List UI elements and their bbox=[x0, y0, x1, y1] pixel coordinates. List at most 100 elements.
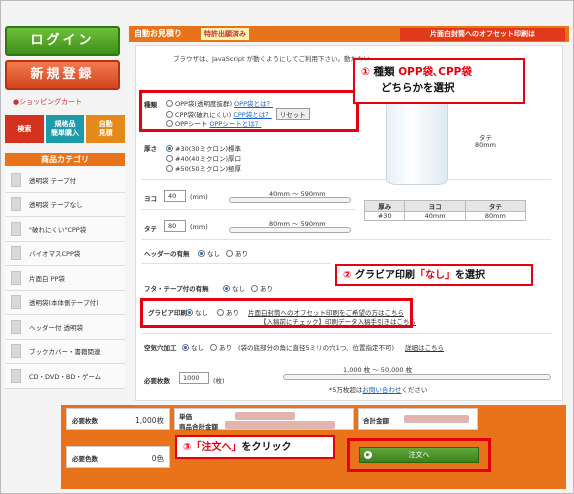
step3-emphasis: 「注文へ」 bbox=[191, 442, 242, 453]
auto-quote-button[interactable]: 自動 見積 bbox=[86, 115, 126, 143]
contact-link[interactable]: お問い合わせ bbox=[362, 386, 401, 394]
category-item[interactable]: "破れにくい"CPP袋 bbox=[5, 217, 125, 242]
product-thumbnail bbox=[11, 197, 21, 212]
radio-icon[interactable] bbox=[182, 343, 189, 351]
step3-instruction: をクリック bbox=[241, 442, 292, 453]
highlight-order-box bbox=[347, 438, 491, 472]
air-hole-label: 空気穴加工 bbox=[144, 344, 177, 352]
category-item[interactable]: ブックカバー・書籍関連 bbox=[5, 339, 125, 364]
flap-option-yes[interactable]: あり bbox=[251, 283, 273, 293]
offset-print-banner[interactable]: 片面白封筒へのオフセット印刷は bbox=[400, 28, 565, 41]
air-hole-note: (袋の底部分の角に直径5ミリの穴1つ、位置指定不可) bbox=[238, 344, 395, 352]
category-item[interactable]: 透明袋 テープなし bbox=[5, 192, 125, 217]
quantity-input[interactable]: 1000 bbox=[179, 372, 209, 384]
product-thumbnail bbox=[11, 221, 21, 236]
colors-label: 必要色数 bbox=[72, 455, 98, 463]
category-item[interactable]: 透明袋 テープ付 bbox=[5, 168, 125, 193]
cart-link[interactable]: ●ショッピングカート bbox=[13, 97, 82, 107]
option-text: なし bbox=[207, 250, 220, 258]
option-text: あり bbox=[260, 285, 273, 293]
summary-quantity-label: 必要枚数 bbox=[72, 417, 98, 425]
radio-icon[interactable] bbox=[226, 249, 233, 257]
header-option-no[interactable]: なし bbox=[198, 248, 220, 258]
header-option-label: ヘッダーの有無 bbox=[144, 250, 190, 258]
table-header: 厚み bbox=[363, 200, 406, 212]
category-item[interactable]: 片面白 PP袋 bbox=[5, 266, 125, 291]
option-text: #50(50ミクロン)極厚 bbox=[175, 165, 242, 173]
flap-option-label: フタ・テープ付の有無 bbox=[144, 285, 209, 293]
category-label: 透明袋(本体側テープ付) bbox=[29, 299, 99, 308]
height-label: タテ bbox=[144, 225, 157, 233]
flap-option-no[interactable]: なし bbox=[223, 283, 245, 293]
product-thumbnail bbox=[11, 319, 21, 334]
air-hole-option-yes[interactable]: あり bbox=[210, 342, 232, 352]
radio-icon[interactable] bbox=[166, 164, 173, 172]
width-unit: (mm) bbox=[190, 193, 208, 201]
quantity-label: 必要枚数 bbox=[144, 377, 170, 385]
category-label: ブックカバー・書籍関連 bbox=[29, 348, 101, 357]
category-item[interactable]: バイオマスCPP袋 bbox=[5, 241, 125, 266]
colors-value: 0色 bbox=[151, 454, 164, 463]
width-input[interactable]: 40 bbox=[164, 190, 186, 202]
js-notice: ブラウザは、JavaScript が動くようにしてご利用下さい。動かない bbox=[173, 55, 370, 63]
quantity-note-text: *5万枚超は bbox=[329, 386, 363, 394]
height-slider[interactable] bbox=[229, 227, 351, 233]
radio-icon[interactable] bbox=[166, 144, 173, 152]
quantity-note-text: ください bbox=[401, 386, 428, 394]
category-label: CD・DVD・BD・ゲーム bbox=[29, 372, 102, 381]
subtotal-value bbox=[225, 421, 335, 429]
summary-quantity: 必要枚数 1,000枚 bbox=[66, 408, 170, 430]
preview-height-value: 80mm bbox=[475, 141, 496, 149]
table-header: ヨコ bbox=[404, 200, 466, 212]
table-cell: 80mm bbox=[464, 211, 527, 221]
table-cell: 40mm bbox=[404, 211, 466, 221]
quantity-unit: (枚) bbox=[213, 377, 225, 385]
category-item[interactable]: CD・DVD・BD・ゲーム bbox=[5, 364, 125, 389]
quantity-range: 1,000 枚 〜 50,000 枚 bbox=[343, 366, 413, 374]
patent-badge: 特許出願済み bbox=[201, 28, 249, 40]
air-hole-detail-link[interactable]: 詳細はこちら bbox=[405, 342, 444, 352]
radio-icon[interactable] bbox=[198, 249, 205, 257]
standard-products-button[interactable]: 規格品 簡単購入 bbox=[45, 115, 85, 143]
callout-step2: ② グラビア印刷「なし」を選択 bbox=[335, 264, 533, 286]
login-button[interactable]: ログイン bbox=[5, 26, 120, 56]
radio-icon[interactable] bbox=[210, 343, 217, 351]
step1-label: 種類 bbox=[373, 66, 395, 78]
tab-auto-quote[interactable]: 自動お見積り bbox=[134, 26, 182, 42]
cart-label: ショッピングカート bbox=[19, 98, 83, 106]
height-input[interactable]: 80 bbox=[164, 220, 186, 232]
thickness-option-50[interactable]: #50(50ミクロン)極厚 bbox=[166, 163, 241, 173]
search-button[interactable]: 検索 bbox=[5, 115, 44, 143]
thickness-option-40[interactable]: #40(40ミクロン)厚口 bbox=[166, 153, 241, 163]
product-thumbnail bbox=[11, 172, 21, 187]
category-item[interactable]: 透明袋(本体側テープ付) bbox=[5, 290, 125, 315]
summary-quantity-value: 1,000枚 bbox=[135, 416, 164, 425]
quantity-slider[interactable] bbox=[283, 374, 551, 380]
step2-label: グラビア印刷 bbox=[354, 270, 415, 281]
header-option-yes[interactable]: あり bbox=[226, 248, 248, 258]
divider bbox=[141, 239, 551, 240]
category-label: 透明袋 テープなし bbox=[29, 201, 83, 210]
summary-colors: 必要色数 0色 bbox=[66, 446, 170, 468]
size-summary-table: 厚み ヨコ タテ #30 40mm 80mm bbox=[363, 200, 527, 221]
summary-price: 単価 商品合計金額 bbox=[174, 408, 354, 431]
table-header: タテ bbox=[464, 200, 527, 212]
product-thumbnail bbox=[11, 344, 21, 359]
product-thumbnail bbox=[11, 246, 21, 261]
step1-instruction: どちらかを選択 bbox=[381, 82, 455, 94]
category-item[interactable]: ヘッダー付 透明袋 bbox=[5, 315, 125, 340]
step2-instruction: を選択 bbox=[454, 270, 485, 281]
thickness-option-30[interactable]: #30(30ミクロン)標準 bbox=[166, 143, 241, 153]
highlight-gravure-box bbox=[140, 298, 413, 328]
callout-step1: ① 種類 OPP袋､CPP袋 どちらかを選択 bbox=[353, 58, 525, 104]
category-label: 片面白 PP袋 bbox=[29, 274, 65, 283]
register-button[interactable]: 新規登録 bbox=[5, 60, 120, 90]
air-hole-option-no[interactable]: なし bbox=[182, 342, 204, 352]
radio-icon[interactable] bbox=[166, 154, 173, 162]
subtotal-label: 商品合計金額 bbox=[179, 423, 218, 431]
width-slider[interactable] bbox=[229, 197, 351, 203]
radio-icon[interactable] bbox=[251, 284, 258, 292]
radio-icon[interactable] bbox=[223, 284, 230, 292]
height-unit: (mm) bbox=[190, 223, 208, 231]
category-label: バイオマスCPP袋 bbox=[29, 250, 81, 259]
